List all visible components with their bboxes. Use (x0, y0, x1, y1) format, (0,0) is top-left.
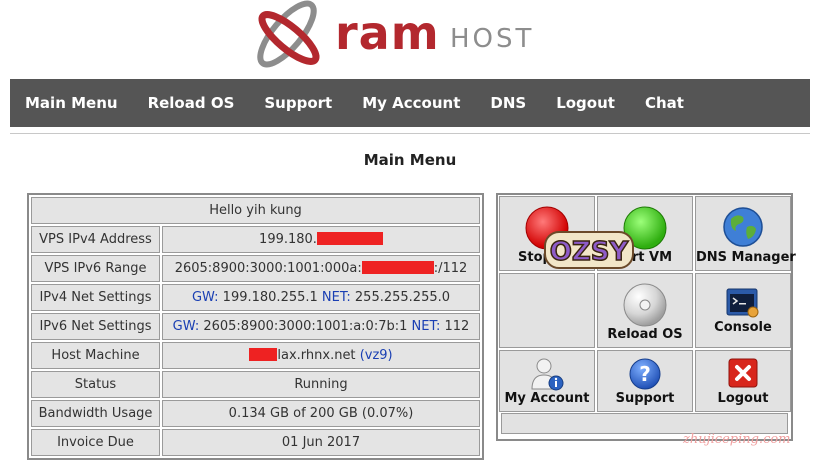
support-label: Support (615, 391, 675, 406)
close-icon (728, 358, 758, 388)
logo-ram-text: ram (335, 6, 440, 60)
bandwidth-label: Bandwidth Usage (31, 400, 160, 427)
ipv6-net-value-cell: GW: 2605:8900:3000:1001:a:0:7b:1 NET: 11… (162, 313, 480, 340)
nav-my-account[interactable]: My Account (362, 94, 460, 112)
greeting: Hello yih kung (31, 197, 480, 224)
ipv4-net-label: IPv4 Net Settings (31, 284, 160, 311)
user-info-icon (531, 358, 564, 391)
table-row: Status Running (31, 371, 480, 398)
nav-logout[interactable]: Logout (556, 94, 615, 112)
nav-divider (10, 133, 810, 134)
ipv6-prefix: 2605:8900:3000:1001:000a: (174, 261, 362, 276)
host-value-cell: lax.rhnx.net (vz9) (162, 342, 480, 369)
status-label: Status (31, 371, 160, 398)
dns-manager-button[interactable]: DNS Manager (695, 196, 796, 271)
svg-text:?: ? (639, 362, 651, 386)
my-account-button[interactable]: My Account (499, 350, 595, 412)
logout-label: Logout (717, 391, 769, 406)
reload-os-label: Reload OS (607, 327, 683, 342)
bandwidth-value: 0.134 GB of 200 GB (0.07%) (162, 400, 480, 427)
table-row: VPS IPv4 Address 199.180. (31, 226, 480, 253)
ipv4-gw-key: GW: (191, 290, 219, 305)
console-button[interactable]: Console (695, 273, 791, 348)
console-label: Console (714, 320, 772, 335)
ipv4-net-value: 255.255.255.0 (354, 290, 451, 305)
host-label: Host Machine (31, 342, 160, 369)
invoice-value: 01 Jun 2017 (162, 429, 480, 456)
ramhost-swirl-icon (257, 0, 320, 68)
table-row: VPS IPv6 Range 2605:8900:3000:1001:000a:… (31, 255, 480, 282)
ipv6-net-label: IPv6 Net Settings (31, 313, 160, 340)
vps-info-table: Hello yih kung VPS IPv4 Address 199.180.… (27, 193, 484, 460)
logo-host-text: HOST (450, 24, 535, 54)
ipv6-net-key: NET: (411, 319, 441, 334)
redaction-mark (316, 232, 383, 245)
ipv4-label: VPS IPv4 Address (31, 226, 160, 253)
ipv6-suffix: :/112 (433, 261, 468, 276)
actions-footer-bar (501, 413, 788, 434)
help-icon: ? (629, 358, 661, 390)
table-row: Host Machine lax.rhnx.net (vz9) (31, 342, 480, 369)
table-row: Bandwidth Usage 0.134 GB of 200 GB (0.07… (31, 400, 480, 427)
ipv6-gw-key: GW: (172, 319, 200, 334)
main-nav-bar: Main Menu Reload OS Support My Account D… (10, 79, 810, 127)
disc-icon (623, 283, 667, 327)
host-node-link[interactable]: (vz9) (360, 348, 393, 363)
ipv4-gw-value: 199.180.255.1 (222, 290, 318, 305)
table-row: Invoice Due 01 Jun 2017 (31, 429, 480, 456)
redaction-mark (361, 261, 434, 274)
ipv4-net-value-cell: GW: 199.180.255.1 NET: 255.255.255.0 (162, 284, 480, 311)
redaction-mark (249, 348, 278, 361)
sticker-text: OZSY (550, 237, 630, 267)
console-icon (726, 288, 759, 318)
ipv4-value: 199.180. (259, 232, 317, 247)
logout-button[interactable]: Logout (695, 350, 791, 412)
ipv6-gw-value: 2605:8900:3000:1001:a:0:7b:1 (203, 319, 408, 334)
nav-dns[interactable]: DNS (490, 94, 526, 112)
nav-main-menu[interactable]: Main Menu (25, 94, 118, 112)
invoice-label: Invoice Due (31, 429, 160, 456)
nav-support[interactable]: Support (264, 94, 332, 112)
vm-actions-panel: Stop art VM DNS Manager Reload OS Consol… (496, 193, 796, 441)
ipv6-net-value: 112 (444, 319, 470, 334)
table-row: IPv4 Net Settings GW: 199.180.255.1 NET:… (31, 284, 480, 311)
ipv4-net-key: NET: (321, 290, 351, 305)
nav-chat[interactable]: Chat (645, 94, 684, 112)
globe-icon (723, 207, 763, 247)
table-row: Hello yih kung (31, 197, 480, 224)
status-value: Running (162, 371, 480, 398)
support-button[interactable]: ? Support (597, 350, 693, 412)
table-row: IPv6 Net Settings GW: 2605:8900:3000:100… (31, 313, 480, 340)
ipv6-value-cell: 2605:8900:3000:1001:000a: :/112 (162, 255, 480, 282)
ramhost-logo[interactable]: ram HOST (245, 0, 565, 74)
reload-os-button[interactable]: Reload OS (597, 273, 693, 348)
empty-action-cell (499, 273, 595, 348)
ipv4-value-cell: 199.180. (162, 226, 480, 253)
host-value: lax.rhnx.net (277, 348, 356, 363)
site-watermark: zhujiceping.com (683, 432, 791, 447)
my-account-label: My Account (504, 391, 590, 406)
page-title: Main Menu (363, 151, 457, 169)
ozsy-sticker-logo: OZSY (543, 228, 635, 272)
nav-reload-os[interactable]: Reload OS (148, 94, 235, 112)
ipv6-label: VPS IPv6 Range (31, 255, 160, 282)
dns-manager-label: DNS Manager (696, 250, 796, 265)
